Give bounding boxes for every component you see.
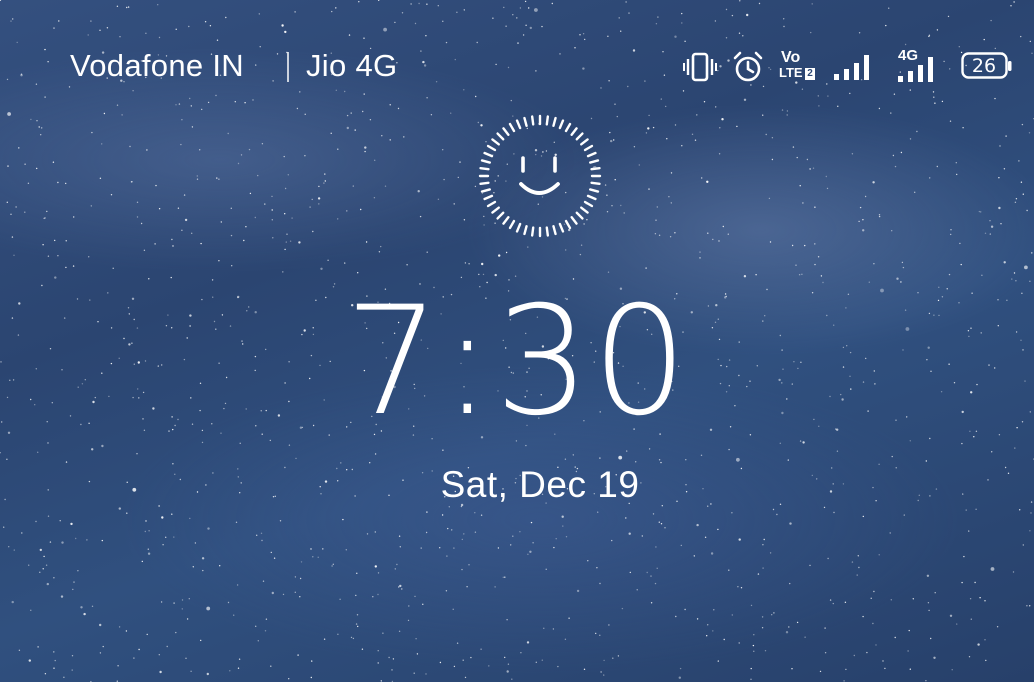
lock-clock-time: 7:30 [344, 275, 690, 449]
status-bar: Vodafone IN Jio 4G Vo LTE 2 4G 26 [0, 0, 1034, 130]
lte-label: LTE [779, 65, 803, 80]
signal-4g-icon: 4G [896, 46, 940, 86]
battery-icon: 26 [961, 52, 1013, 80]
battery-level-text: 26 [971, 55, 997, 77]
face-unlock-icon[interactable] [478, 114, 602, 238]
signal-4g-bars [898, 57, 933, 82]
lock-date: Sat, Dec 19 [440, 464, 640, 505]
signal-icon [834, 55, 869, 80]
volte-label: Vo [781, 49, 801, 66]
lte-slot-badge: 2 [805, 68, 815, 80]
lock-screen: { "status_bar": { "carrier_1": "Vodafone… [0, 0, 1034, 682]
vibrate-icon [683, 52, 717, 82]
status-icons: Vo LTE 2 4G 26 [0, 46, 1034, 90]
volte-icon: Vo LTE 2 [779, 50, 819, 86]
alarm-icon [733, 51, 763, 82]
